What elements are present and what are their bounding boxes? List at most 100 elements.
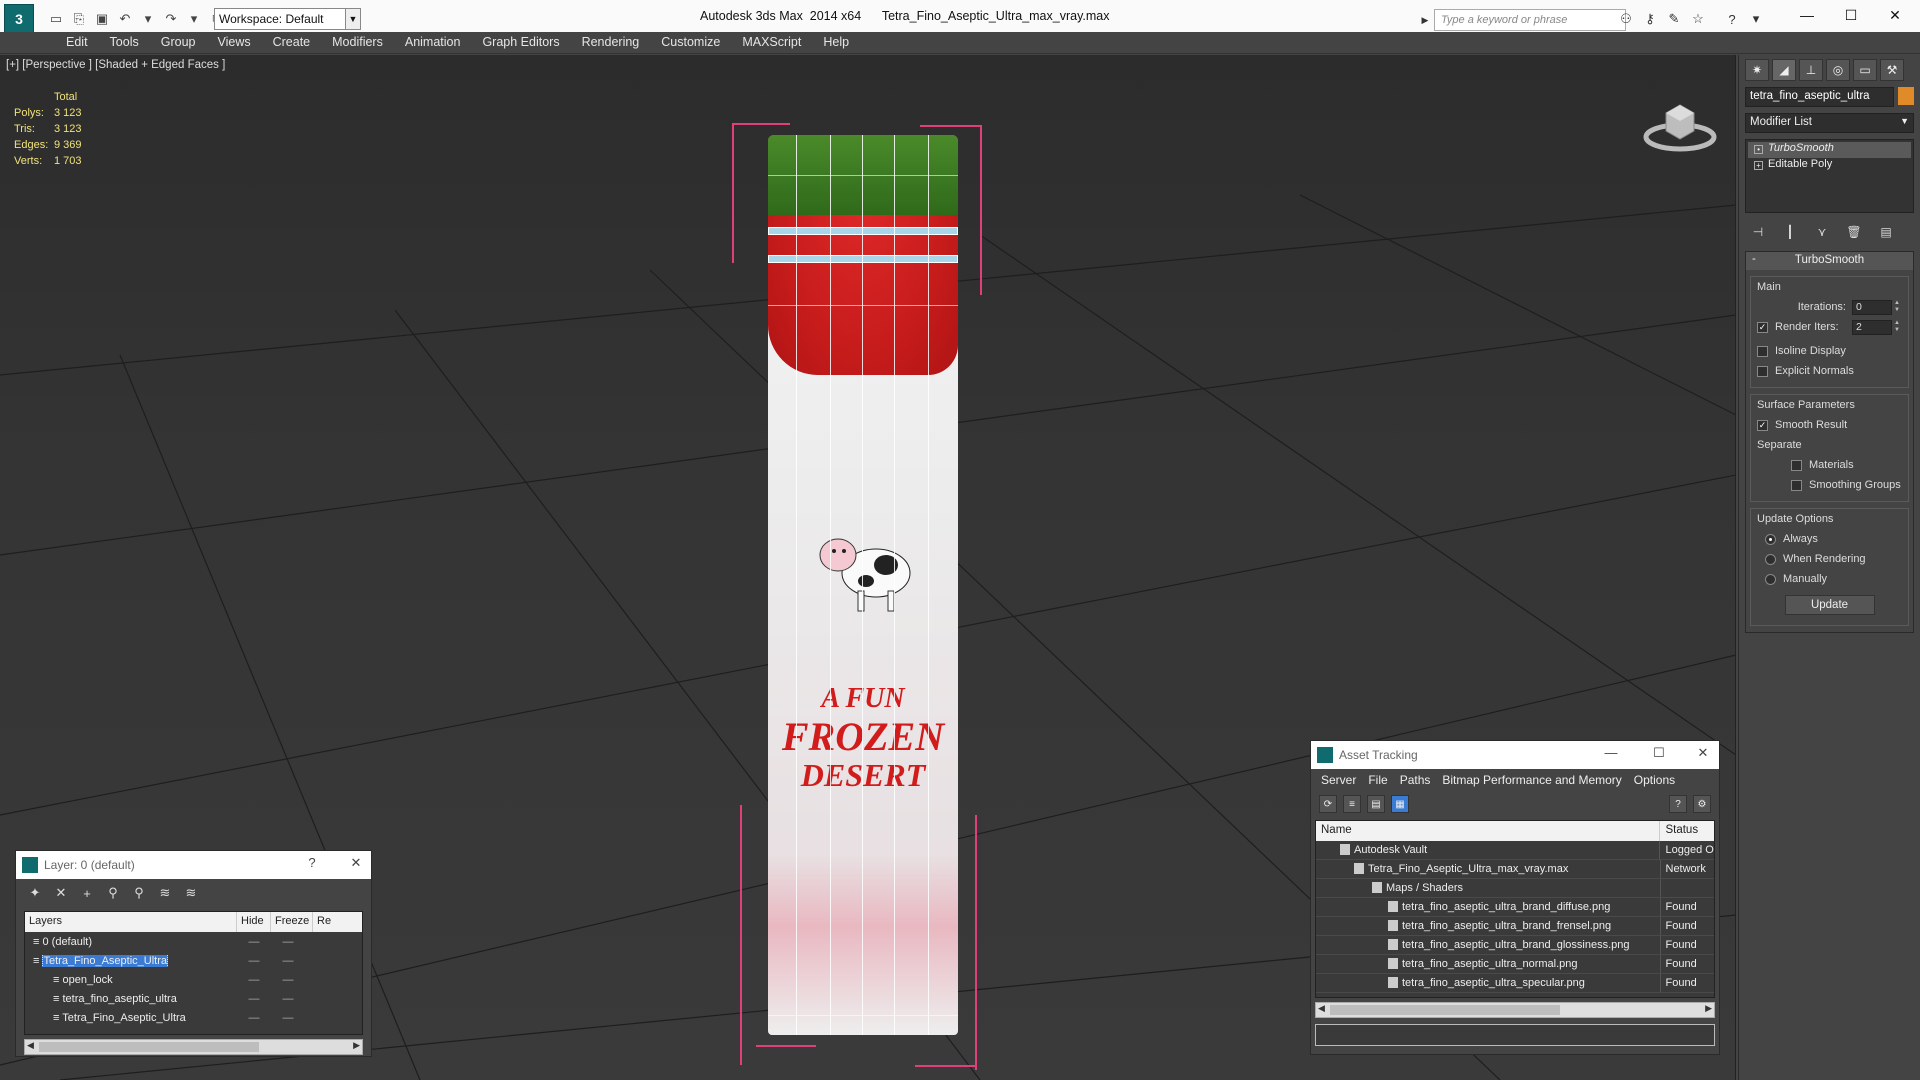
- layer-row[interactable]: ≡ open_lock — —: [25, 970, 362, 989]
- subscription-icon[interactable]: ⚷: [1640, 9, 1660, 29]
- modify-tab-icon[interactable]: ◢: [1772, 59, 1796, 81]
- table-row[interactable]: tetra_fino_aseptic_ultra_brand_glossines…: [1316, 936, 1714, 955]
- close-icon[interactable]: ✕: [1693, 745, 1713, 761]
- workspace-menu-arrow-icon[interactable]: ▼: [345, 8, 361, 30]
- workspace-select[interactable]: Workspace: Default ▼: [214, 8, 360, 30]
- help-dropdown-icon[interactable]: ▾: [1746, 9, 1766, 29]
- layer-row[interactable]: ≡ tetra_fino_aseptic_ultra — —: [25, 989, 362, 1008]
- hide-all-layers-icon[interactable]: ≋: [156, 884, 174, 902]
- menu-item-tools[interactable]: Tools: [99, 32, 150, 53]
- app-logo-icon[interactable]: 3: [4, 4, 34, 34]
- hide-toggle-icon[interactable]: —: [237, 993, 271, 1005]
- asset-menu-options[interactable]: Options: [1628, 769, 1681, 791]
- maximize-icon[interactable]: ☐: [1828, 0, 1874, 30]
- scroll-left-icon[interactable]: ◀: [1318, 1003, 1325, 1014]
- hide-toggle-icon[interactable]: —: [237, 1012, 271, 1024]
- scroll-right-icon[interactable]: ▶: [1705, 1003, 1712, 1014]
- tetra-fino-package-model[interactable]: A FUN FROZEN DESERT: [768, 135, 958, 1035]
- display-tab-icon[interactable]: ▭: [1853, 59, 1877, 81]
- remove-modifier-icon[interactable]: 🗑: [1845, 223, 1863, 241]
- freeze-toggle-icon[interactable]: —: [271, 955, 305, 967]
- column-layers[interactable]: Layers: [25, 912, 237, 932]
- menu-item-modifiers[interactable]: Modifiers: [321, 32, 394, 53]
- configure-sets-icon[interactable]: ▤: [1877, 223, 1895, 241]
- scroll-left-icon[interactable]: ◀: [27, 1040, 34, 1051]
- freeze-toggle-icon[interactable]: —: [271, 974, 305, 986]
- detail-view-icon[interactable]: ▤: [1367, 795, 1385, 813]
- table-view-icon[interactable]: ▦: [1391, 795, 1409, 813]
- stack-item-turbosmooth[interactable]: • TurboSmooth: [1748, 142, 1911, 158]
- close-icon[interactable]: ✕: [1872, 0, 1918, 30]
- update-button[interactable]: Update: [1784, 595, 1875, 615]
- communication-icon[interactable]: ✎: [1664, 9, 1684, 29]
- table-row[interactable]: tetra_fino_aseptic_ultra_brand_diffuse.p…: [1316, 898, 1714, 917]
- column-freeze[interactable]: Freeze: [271, 912, 313, 932]
- spinner-arrows-icon[interactable]: ▲ ▼: [1894, 300, 1902, 314]
- table-row[interactable]: tetra_fino_aseptic_ultra_brand_frensel.p…: [1316, 917, 1714, 936]
- isoline-display-checkbox[interactable]: [1757, 345, 1768, 357]
- search-input[interactable]: Type a keyword or phrase: [1434, 9, 1626, 31]
- scroll-right-icon[interactable]: ▶: [353, 1040, 360, 1051]
- asset-horizontal-scrollbar[interactable]: ◀ ▶: [1315, 1002, 1715, 1018]
- freeze-toggle-icon[interactable]: —: [271, 993, 305, 1005]
- table-row[interactable]: tetra_fino_aseptic_ultra_normal.png Found: [1316, 955, 1714, 974]
- render-iters-spinner[interactable]: 2: [1852, 319, 1892, 335]
- search-expand-icon[interactable]: ▶: [1419, 9, 1431, 31]
- expand-icon[interactable]: +: [1754, 161, 1763, 170]
- scroll-thumb[interactable]: [1330, 1005, 1560, 1015]
- menu-item-help[interactable]: Help: [812, 32, 860, 53]
- save-icon[interactable]: ▣: [92, 9, 112, 29]
- column-status[interactable]: Status: [1660, 821, 1714, 841]
- freeze-toggle-icon[interactable]: —: [271, 936, 305, 948]
- minimize-icon[interactable]: —: [1784, 0, 1830, 30]
- add-to-layer-icon[interactable]: +: [78, 884, 96, 902]
- when-rendering-radio[interactable]: [1765, 553, 1776, 565]
- delete-layer-icon[interactable]: ✕: [52, 884, 70, 902]
- pin-stack-icon[interactable]: ⊣: [1749, 223, 1767, 241]
- freeze-toggle-icon[interactable]: —: [271, 1012, 305, 1024]
- utilities-tab-icon[interactable]: ⚒: [1880, 59, 1904, 81]
- hierarchy-tab-icon[interactable]: ⊥: [1799, 59, 1823, 81]
- settings-icon[interactable]: ⚙: [1693, 795, 1711, 813]
- create-tab-icon[interactable]: ✷: [1745, 59, 1769, 81]
- show-end-result-icon[interactable]: ┃: [1781, 223, 1799, 241]
- new-file-icon[interactable]: ▭: [46, 9, 66, 29]
- manually-radio[interactable]: [1765, 573, 1776, 585]
- select-layer-objects-icon[interactable]: ⚲: [104, 884, 122, 902]
- column-render[interactable]: Re: [313, 912, 333, 932]
- table-row[interactable]: Maps / Shaders: [1316, 879, 1714, 898]
- object-color-swatch[interactable]: [1898, 87, 1914, 105]
- new-layer-icon[interactable]: ✦: [26, 884, 44, 902]
- menu-item-customize[interactable]: Customize: [650, 32, 731, 53]
- hide-toggle-icon[interactable]: —: [237, 955, 271, 967]
- menu-item-create[interactable]: Create: [262, 32, 322, 53]
- menu-item-maxscript[interactable]: MAXScript: [731, 32, 812, 53]
- smooth-result-checkbox[interactable]: ✓: [1757, 419, 1768, 431]
- redo-icon[interactable]: ↷: [161, 9, 181, 29]
- viewcube-icon[interactable]: [1640, 83, 1720, 163]
- explicit-normals-checkbox[interactable]: [1757, 365, 1768, 377]
- favorites-star-icon[interactable]: ☆: [1688, 9, 1708, 29]
- undo-dropdown-icon[interactable]: ▾: [138, 9, 158, 29]
- refresh-icon[interactable]: ⟳: [1319, 795, 1337, 813]
- menu-item-rendering[interactable]: Rendering: [571, 32, 651, 53]
- menu-item-views[interactable]: Views: [206, 32, 261, 53]
- menu-item-graph-editors[interactable]: Graph Editors: [471, 32, 570, 53]
- iterations-spinner[interactable]: 0: [1852, 299, 1892, 315]
- hide-toggle-icon[interactable]: —: [237, 936, 271, 948]
- undo-icon[interactable]: ↶: [115, 9, 135, 29]
- table-row[interactable]: tetra_fino_aseptic_ultra_specular.png Fou…: [1316, 974, 1714, 993]
- materials-checkbox[interactable]: [1791, 459, 1802, 471]
- list-view-icon[interactable]: ≡: [1343, 795, 1361, 813]
- asset-menu-file[interactable]: File: [1362, 769, 1393, 791]
- maximize-icon[interactable]: ☐: [1649, 745, 1669, 761]
- asset-menu-paths[interactable]: Paths: [1394, 769, 1437, 791]
- close-icon[interactable]: ✕: [346, 855, 366, 871]
- lightbulb-icon[interactable]: •: [1754, 145, 1763, 154]
- help-icon[interactable]: ?: [1669, 795, 1687, 813]
- layer-row[interactable]: ≡ Tetra_Fino_Aseptic_Ultra — —: [25, 1008, 362, 1027]
- highlight-layer-icon[interactable]: ⚲: [130, 884, 148, 902]
- asset-menu-server[interactable]: Server: [1315, 769, 1362, 791]
- stack-item-editable-poly[interactable]: + Editable Poly: [1748, 158, 1911, 174]
- viewport-label[interactable]: [+] [Perspective ] [Shaded + Edged Faces…: [6, 59, 225, 71]
